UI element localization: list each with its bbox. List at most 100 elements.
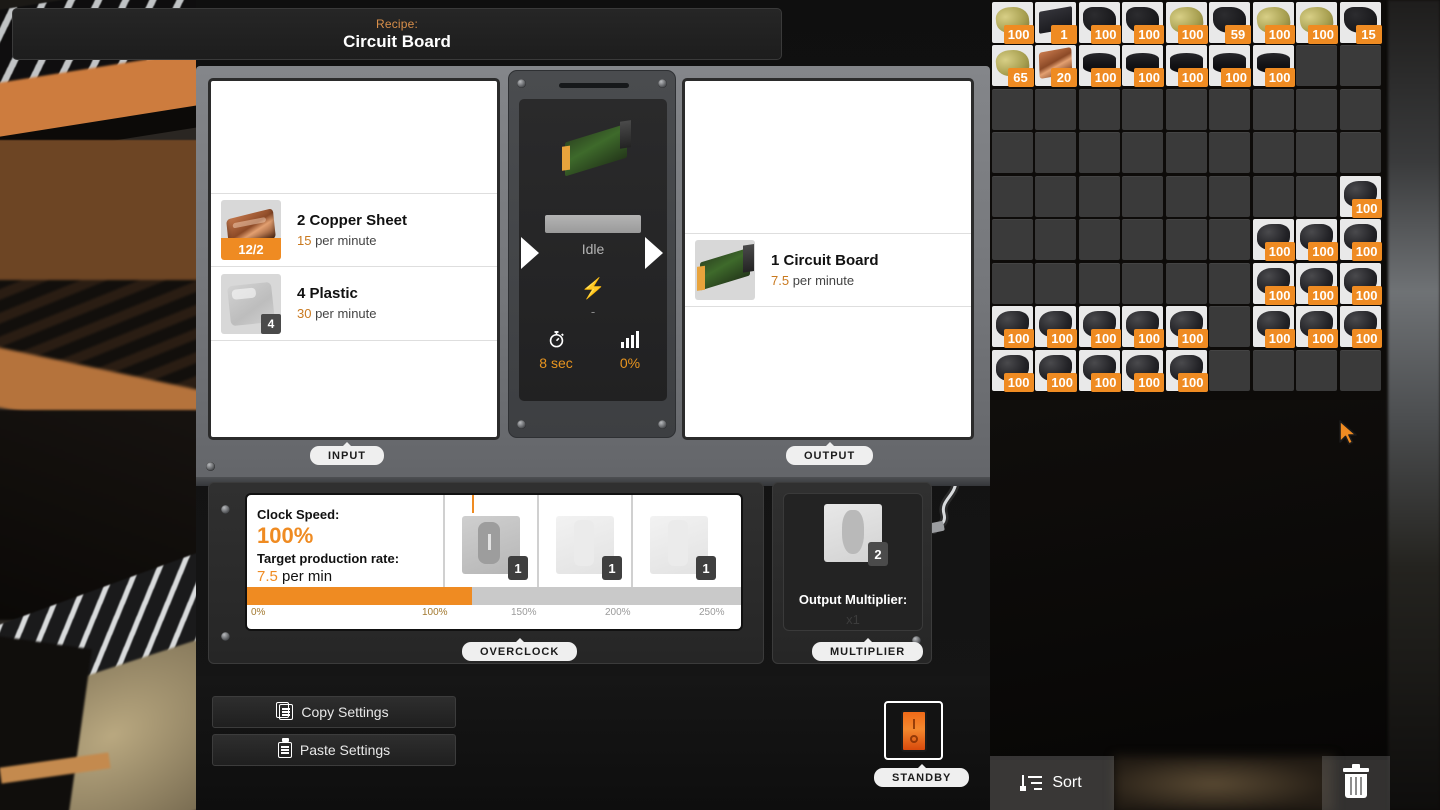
inventory-slot-empty[interactable]	[1296, 132, 1337, 173]
inventory-slot-empty[interactable]	[991, 132, 1033, 173]
inventory-slot-empty[interactable]	[1035, 88, 1076, 130]
power-shard-slot[interactable]: 1	[633, 495, 725, 595]
play-left-icon[interactable]	[521, 237, 539, 269]
inventory-slot-empty[interactable]	[1035, 132, 1076, 173]
sort-button[interactable]: Sort	[990, 756, 1114, 810]
inventory-slot-filled[interactable]: 100	[1078, 349, 1121, 392]
inventory-slot-empty[interactable]	[1296, 349, 1337, 391]
inventory-slot-empty[interactable]	[1165, 88, 1207, 130]
inventory-slot-empty[interactable]	[1209, 262, 1250, 304]
inventory-slot-filled[interactable]: 100	[1122, 45, 1164, 87]
inventory-slot-empty[interactable]	[1035, 175, 1076, 217]
inventory-slot-filled[interactable]: 100	[1339, 262, 1382, 305]
inventory-slot-empty[interactable]	[1252, 349, 1294, 391]
inventory-slot-filled[interactable]: 100	[1252, 262, 1295, 305]
inventory-slot-empty[interactable]	[1122, 175, 1163, 217]
inventory-slot-empty[interactable]	[1078, 219, 1120, 260]
inventory-slot-empty[interactable]	[1122, 88, 1163, 130]
inventory-slot-empty[interactable]	[1078, 175, 1120, 217]
inventory-slot-empty[interactable]	[1339, 349, 1381, 391]
inventory-slot-empty[interactable]	[1209, 88, 1250, 130]
inventory-slot-filled[interactable]: 100	[1252, 1, 1295, 44]
inventory-slot-filled[interactable]: 15	[1339, 1, 1382, 44]
inventory-slot-filled[interactable]: 100	[1339, 175, 1382, 218]
inventory-slot-empty[interactable]	[1252, 175, 1294, 217]
paste-settings-button[interactable]: Paste Settings	[212, 734, 456, 766]
tab-multiplier[interactable]: MULTIPLIER	[812, 638, 924, 661]
inventory-slot-empty[interactable]	[1078, 88, 1120, 130]
inventory-slot-empty[interactable]	[1296, 45, 1337, 86]
inventory-slot-empty[interactable]	[1078, 262, 1120, 304]
inventory-slot-empty[interactable]	[1035, 219, 1076, 260]
inventory-slot-empty[interactable]	[1122, 262, 1163, 304]
inventory-slot-empty[interactable]	[991, 88, 1033, 130]
inventory-slot-filled[interactable]: 100	[1165, 45, 1208, 87]
play-right-icon[interactable]	[645, 237, 663, 269]
output-inventory-panel[interactable]: 1 Circuit Board 7.5 per minute	[682, 78, 974, 440]
inventory-slot-empty[interactable]	[1165, 175, 1207, 217]
inventory-slot-filled[interactable]: 100	[1122, 1, 1164, 44]
inventory-slot-filled[interactable]: 100	[1339, 306, 1382, 348]
inventory-slot-empty[interactable]	[1035, 262, 1076, 304]
inventory-slot-empty[interactable]	[1165, 132, 1207, 173]
inventory-slot-filled[interactable]: 100	[1296, 1, 1338, 44]
inventory-slot-filled[interactable]: 100	[1252, 306, 1295, 348]
inventory-slot-filled[interactable]: 100	[1122, 306, 1164, 348]
inventory-slot-filled[interactable]: 100	[1165, 349, 1208, 392]
inventory-slot-filled[interactable]: 100	[991, 306, 1034, 348]
inventory-slot-filled[interactable]: 100	[1252, 45, 1295, 87]
inventory-slot-empty[interactable]	[1339, 88, 1381, 130]
tab-output[interactable]: OUTPUT	[786, 442, 874, 465]
inventory-slot-empty[interactable]	[1209, 349, 1250, 391]
inventory-slot-filled[interactable]: 100	[1078, 45, 1121, 87]
input-item-row[interactable]: 12/2 2 Copper Sheet 15 per minute	[211, 193, 497, 267]
output-item-row[interactable]: 1 Circuit Board 7.5 per minute	[685, 233, 971, 307]
input-item-row[interactable]: 4 4 Plastic 30 per minute	[211, 267, 497, 341]
standby-toggle[interactable]	[884, 701, 943, 760]
multiplier-slot[interactable]: 2	[784, 504, 922, 566]
inventory-slot-filled[interactable]: 100	[1339, 219, 1382, 261]
inventory-slot-filled[interactable]: 100	[1296, 262, 1338, 305]
inventory-slot-empty[interactable]	[1165, 262, 1207, 304]
power-shard-slot[interactable]: 1	[445, 495, 537, 595]
tab-input[interactable]: INPUT	[310, 442, 384, 465]
inventory-slot-filled[interactable]: 20	[1035, 45, 1077, 87]
inventory-slot-empty[interactable]	[1209, 132, 1250, 173]
inventory-slot-filled[interactable]: 100	[1122, 349, 1164, 392]
inventory-slot-empty[interactable]	[1209, 306, 1250, 347]
inventory-slot-filled[interactable]: 100	[1165, 1, 1208, 44]
inventory-slot-empty[interactable]	[1122, 219, 1163, 260]
input-inventory-panel[interactable]: 12/2 2 Copper Sheet 15 per minute 4 4 Pl…	[208, 78, 500, 440]
inventory-slot-empty[interactable]	[1296, 88, 1337, 130]
inventory-slot-empty[interactable]	[1296, 175, 1337, 217]
inventory-slot-filled[interactable]: 100	[1078, 1, 1121, 44]
copy-settings-button[interactable]: Copy Settings	[212, 696, 456, 728]
trash-button[interactable]	[1322, 756, 1390, 810]
inventory-slot-empty[interactable]	[991, 219, 1033, 260]
inventory-slot-empty[interactable]	[991, 262, 1033, 304]
inventory-slot-empty[interactable]	[1252, 88, 1294, 130]
inventory-slot-empty[interactable]	[991, 175, 1033, 217]
inventory-slot-empty[interactable]	[1209, 175, 1250, 217]
inventory-slot-filled[interactable]: 100	[1209, 45, 1251, 87]
overclock-slider-track[interactable]	[247, 587, 741, 605]
inventory-slot-empty[interactable]	[1339, 132, 1381, 173]
overclock-slider-handle[interactable]	[472, 495, 475, 513]
inventory-slot-empty[interactable]	[1252, 132, 1294, 173]
inventory-slot-filled[interactable]: 100	[1165, 306, 1208, 348]
inventory-slot-filled[interactable]: 100	[1078, 306, 1121, 348]
inventory-slot-filled[interactable]: 100	[991, 349, 1034, 392]
inventory-slot-filled[interactable]: 65	[991, 45, 1034, 87]
inventory-slot-filled[interactable]: 59	[1209, 1, 1251, 44]
inventory-slot-filled[interactable]: 100	[991, 1, 1034, 44]
tab-overclock[interactable]: OVERCLOCK	[462, 638, 578, 661]
power-shard-slot[interactable]: 1	[539, 495, 631, 595]
inventory-slot-empty[interactable]	[1122, 132, 1163, 173]
inventory-slot-filled[interactable]: 100	[1296, 219, 1338, 261]
tab-standby[interactable]: STANDBY	[874, 764, 970, 787]
inventory-slot-empty[interactable]	[1339, 45, 1381, 86]
inventory-slot-filled[interactable]: 1	[1035, 1, 1077, 44]
inventory-slot-empty[interactable]	[1209, 219, 1250, 260]
inventory-slot-filled[interactable]: 100	[1296, 306, 1338, 348]
inventory-slot-filled[interactable]: 100	[1252, 219, 1295, 261]
